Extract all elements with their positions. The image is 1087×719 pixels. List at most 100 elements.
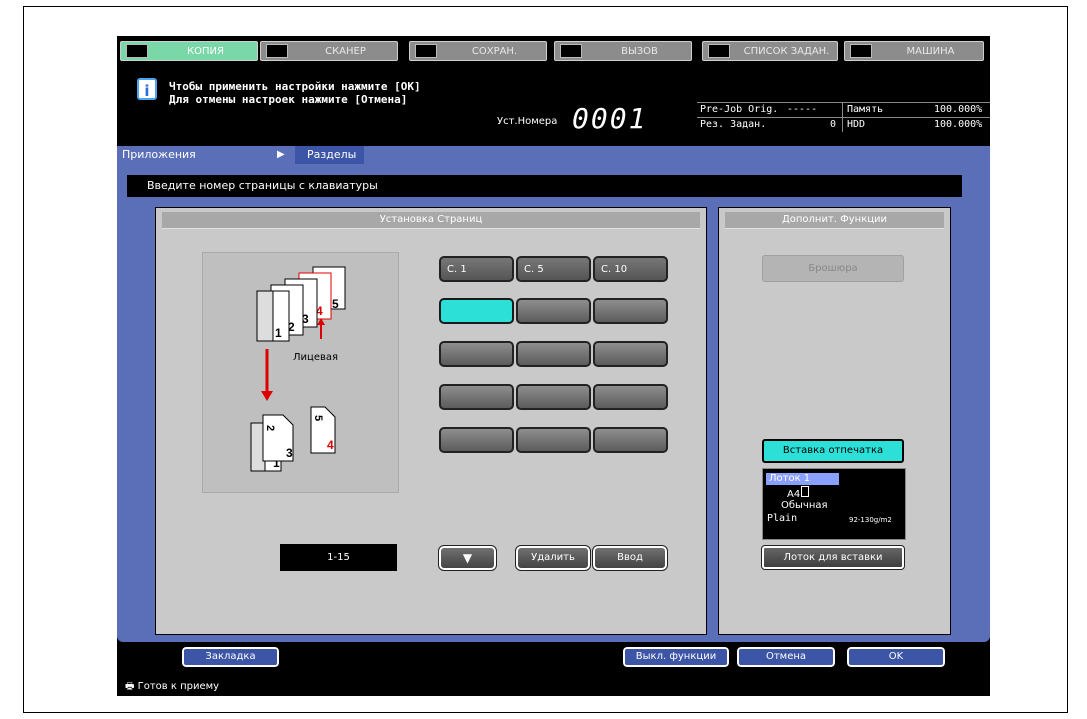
tab-job-list[interactable]: СПИСОК ЗАДАН.	[702, 41, 838, 61]
message-area: i Чтобы применить настройки нажмите [OK]…	[117, 64, 697, 140]
page-10-button[interactable]: С. 10	[593, 256, 668, 282]
tab-job-list-label: СПИСОК ЗАДАН.	[743, 45, 830, 57]
hdd-value: 100.000%	[934, 119, 983, 130]
svg-text:4: 4	[327, 438, 334, 452]
instruction-text: Введите номер страницы с клавиатуры	[127, 175, 962, 197]
tab-recall-label: ВЫЗОВ	[621, 45, 658, 57]
tab-bar: КОПИЯ СКАНЕР СОХРАН. ВЫЗОВ СПИСОК ЗАДАН.…	[117, 36, 990, 64]
tray-type: Обычная	[781, 500, 828, 511]
memory-label: Память	[847, 104, 884, 115]
bookmark-button[interactable]: Закладка	[181, 646, 280, 668]
status-box: Pre-Job Orig. ----- Память 100.000% Рез.…	[697, 64, 990, 140]
breadcrumb-parent[interactable]: Приложения	[122, 148, 196, 161]
brochure-button[interactable]: Брошюра	[762, 255, 904, 282]
scanner-icon	[266, 44, 288, 58]
page-5-label: С. 5	[524, 263, 544, 275]
insert-tray-button[interactable]: Лоток для вставки	[761, 545, 905, 570]
portrait-icon	[801, 486, 810, 497]
status-text: Готов к приему	[137, 681, 220, 692]
status-divider	[842, 102, 843, 132]
delete-label: Удалить	[531, 552, 575, 563]
functions-off-label: Выкл. функции	[635, 651, 717, 662]
insert-print-button[interactable]: Вставка отпечатка	[762, 439, 904, 463]
recall-icon	[560, 44, 582, 58]
memory-value: 100.000%	[934, 104, 983, 115]
svg-text:2: 2	[264, 425, 276, 431]
tray-size-label: A4	[787, 489, 801, 500]
enter-label: Ввод	[617, 552, 643, 563]
save-icon	[415, 44, 437, 58]
page-entry-slot[interactable]	[516, 427, 591, 453]
copy-icon	[126, 44, 148, 58]
page-entry-slot[interactable]	[439, 427, 514, 453]
tab-scanner-label: СКАНЕР	[325, 45, 366, 57]
tray-size: A4	[787, 486, 810, 500]
cancel-button[interactable]: Отмена	[736, 646, 836, 668]
page-entry-slot[interactable]	[516, 341, 591, 367]
page-entry-slot[interactable]	[439, 341, 514, 367]
insert-tray-label: Лоток для вставки	[783, 552, 883, 563]
functions-off-button[interactable]: Выкл. функции	[622, 646, 730, 668]
page-entry-slot[interactable]	[593, 298, 668, 324]
set-number-value: 0001	[572, 102, 648, 135]
page-entry-slot[interactable]	[516, 384, 591, 410]
delete-button[interactable]: Удалить	[515, 545, 591, 571]
svg-text:5: 5	[312, 415, 324, 421]
svg-text:3: 3	[286, 446, 293, 460]
page-10-label: С. 10	[601, 263, 628, 275]
cancel-label: Отмена	[765, 651, 807, 662]
tray-name: Лоток 1	[766, 473, 839, 485]
brochure-label: Брошюра	[808, 263, 858, 274]
tab-save[interactable]: СОХРАН.	[409, 41, 547, 61]
message-line-1: Чтобы применить настройки нажмите [OK]	[169, 80, 421, 93]
tab-machine-label: МАШИНА	[906, 45, 955, 57]
bookmark-label: Закладка	[205, 651, 256, 662]
page-entry-slot[interactable]	[593, 427, 668, 453]
breadcrumb-arrow-icon: ▶	[277, 149, 285, 160]
res-jobs-value: 0	[830, 119, 837, 130]
page-entry-slot[interactable]	[516, 298, 591, 324]
tab-machine[interactable]: МАШИНА	[844, 41, 984, 61]
scroll-down-button[interactable]: ▼	[438, 545, 497, 571]
page-5-button[interactable]: С. 5	[516, 256, 591, 282]
info-icon: i	[137, 78, 157, 100]
page-entry-slot[interactable]	[439, 384, 514, 410]
machine-icon	[850, 44, 872, 58]
svg-text:1: 1	[275, 326, 282, 340]
page-entry-slot[interactable]	[593, 341, 668, 367]
set-number-label: Уст.Номера	[497, 116, 558, 127]
tab-scanner[interactable]: СКАНЕР	[260, 41, 398, 61]
prejob-label: Pre-Job Orig.	[700, 104, 779, 115]
status-bar: 🖶 Готов к приему	[117, 680, 990, 694]
insert-print-label: Вставка отпечатка	[782, 445, 884, 456]
ok-button[interactable]: OK	[846, 646, 946, 668]
page-order-illustration: 5 4 3 2 1 1 3 2 4 5	[202, 252, 399, 493]
message-line-2: Для отмены настроек нажмите [Отмена]	[169, 93, 408, 106]
face-label: Лицевая	[293, 352, 339, 363]
page-1-button[interactable]: С. 1	[439, 256, 514, 282]
tray-paper: Plain	[767, 513, 798, 524]
enter-button[interactable]: Ввод	[592, 545, 668, 571]
list-icon	[708, 44, 730, 58]
page-entry-slot[interactable]	[593, 384, 668, 410]
tab-copy[interactable]: КОПИЯ	[120, 41, 258, 61]
arrow-down-icon: ▼	[462, 551, 473, 565]
printer-icon: 🖶	[125, 681, 135, 692]
res-jobs-label: Рез. Задан.	[700, 119, 767, 130]
breadcrumb: Приложения ▶ Разделы	[117, 146, 990, 164]
tab-recall[interactable]: ВЫЗОВ	[554, 41, 692, 61]
page-order-diagram-icon: 5 4 3 2 1 1 3 2 4 5	[250, 266, 346, 472]
hdd-label: HDD	[847, 119, 866, 130]
prejob-value: -----	[787, 104, 818, 115]
ok-label: OK	[888, 651, 904, 662]
page-entry-slot[interactable]	[439, 298, 514, 324]
svg-text:5: 5	[332, 297, 339, 311]
tab-save-label: СОХРАН.	[471, 45, 518, 57]
tray-weight: 92-130g/m2	[849, 516, 892, 524]
breadcrumb-current: Разделы	[295, 146, 365, 164]
extra-functions-title: Дополнит. Функции	[725, 212, 944, 229]
page-1-label: С. 1	[447, 263, 467, 275]
tray-info: Лоток 1 A4 Обычная Plain 92-130g/m2	[762, 468, 906, 540]
tab-copy-label: КОПИЯ	[187, 45, 224, 57]
page-range-display: 1-15	[280, 544, 397, 571]
